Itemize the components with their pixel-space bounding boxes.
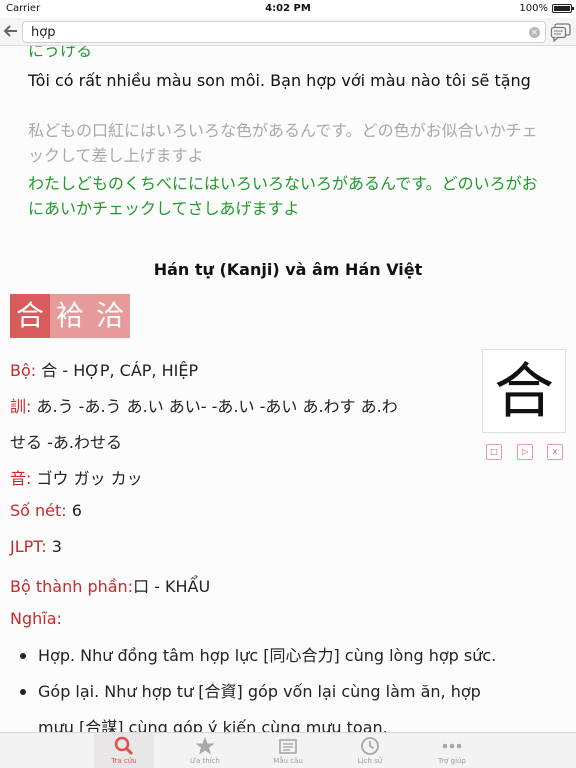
status-bar: Carrier 4:02 PM 100%: [0, 0, 576, 18]
tab-help-label: Trợ giúp: [438, 757, 466, 765]
tab-bar: Tra cứu Ưa thích Mẫu câu Lịch sử Trợ giú…: [0, 732, 576, 768]
kanji-section-title: Hán tự (Kanji) và âm Hán Việt: [153, 260, 423, 279]
meaning-item-1: Hợp. Như đồng tâm hợp lực [同心合力] cùng lò…: [38, 646, 497, 665]
on-reading-row: 音: ゴウ ガッ カッ: [10, 465, 143, 489]
tab-history-label: Lịch sử: [357, 757, 383, 765]
meaning-item-2: Góp lại. Như hợp tư [合資] góp vốn lại cùn…: [38, 682, 481, 701]
stroke-play-button[interactable]: ▷: [517, 444, 533, 460]
on-value: ゴウ ガッ カッ: [36, 469, 143, 488]
components-row: Bộ thành phần:口 - KHẨU: [10, 573, 210, 597]
tab-favorites-label: Ưa thích: [190, 757, 220, 765]
battery-icon: [552, 4, 574, 13]
kanji-tab-2[interactable]: 袷: [50, 294, 90, 338]
bullet-icon: [20, 689, 26, 695]
tab-favorites[interactable]: Ưa thích: [175, 733, 235, 768]
tab-lookup-label: Tra cứu: [111, 757, 137, 765]
kanji-tab-3[interactable]: 洽: [90, 294, 130, 338]
clock-icon: [359, 736, 381, 756]
radical-row: Bộ: 合 - HỢP, CÁP, HIỆP: [10, 357, 198, 381]
bullet-icon: [20, 653, 26, 659]
radical-label: Bộ:: [10, 361, 37, 380]
tab-sentences[interactable]: Mẫu câu: [258, 733, 318, 768]
meaning-item-2-cont: mưu [合謀] cùng góp ý kiến cùng mưu toan.: [38, 718, 388, 732]
battery-percent: 100%: [519, 3, 548, 14]
more-icon: [441, 736, 463, 756]
clock-label: 4:02 PM: [265, 3, 311, 14]
on-label: 音:: [10, 469, 32, 488]
search-input[interactable]: [22, 21, 546, 43]
jlpt-row: JLPT: 3: [10, 537, 62, 556]
meaning-header-row: Nghĩa:: [10, 609, 62, 628]
components-value: 口 - KHẨU: [133, 577, 211, 596]
components-label: Bộ thành phần:: [10, 577, 134, 596]
tab-history[interactable]: Lịch sử: [340, 733, 400, 768]
kun-reading-row: 訓: あ.う -あ.う あ.い あい- -あ.い -あい あ.わす あ.わ: [10, 393, 398, 417]
tab-sentences-label: Mẫu câu: [273, 757, 303, 765]
clear-search-icon[interactable]: ✕: [529, 27, 540, 38]
search-icon: [113, 736, 135, 756]
tab-lookup[interactable]: Tra cứu: [94, 733, 154, 768]
meaning-label: Nghĩa:: [10, 609, 62, 628]
sentences-icon: [277, 736, 299, 756]
back-arrow-icon[interactable]: [3, 22, 19, 40]
kanji-tab-1[interactable]: 合: [10, 294, 50, 338]
result-content: にうける Tôi có rất nhiều màu son môi. Bạn h…: [0, 46, 576, 732]
kun-label: 訓:: [10, 397, 32, 416]
jlpt-value: 3: [51, 537, 62, 556]
kun-reading-row-cont: せる -あ.わせる: [10, 429, 122, 453]
kun-value-continued: せる -あ.わせる: [10, 433, 122, 452]
jlpt-label: JLPT:: [10, 537, 47, 556]
example-kana-cut: にうける: [28, 46, 93, 58]
stroke-count-label: Số nét:: [10, 501, 67, 520]
example-kana: わたしどものくちべににはいろいろないろがあるんです。どのいろがおにあいかチェック…: [28, 174, 538, 218]
comments-icon[interactable]: [550, 22, 572, 43]
kun-value: あ.う -あ.う あ.い あい- -あ.い -あい あ.わす あ.わ: [36, 397, 398, 416]
search-bar: ✕: [0, 18, 576, 46]
stroke-close-button[interactable]: x: [547, 444, 563, 460]
example-japanese: 私どもの口紅にはいろいろな色があるんです。どの色がお似合いかチェックして差し上げ…: [28, 121, 538, 165]
stroke-stop-button[interactable]: □: [486, 444, 502, 460]
stroke-count-value: 6: [71, 501, 82, 520]
stroke-order-box[interactable]: 合: [482, 349, 566, 433]
star-icon: [194, 736, 216, 756]
stroke-count-row: Số nét: 6: [10, 501, 82, 520]
tab-help[interactable]: Trợ giúp: [422, 733, 482, 768]
kanji-tabs: 合 袷 洽: [10, 294, 130, 338]
radical-value: 合 - HỢP, CÁP, HIỆP: [41, 361, 199, 380]
example-vietnamese: Tôi có rất nhiều màu son môi. Bạn hợp vớ…: [28, 71, 531, 90]
